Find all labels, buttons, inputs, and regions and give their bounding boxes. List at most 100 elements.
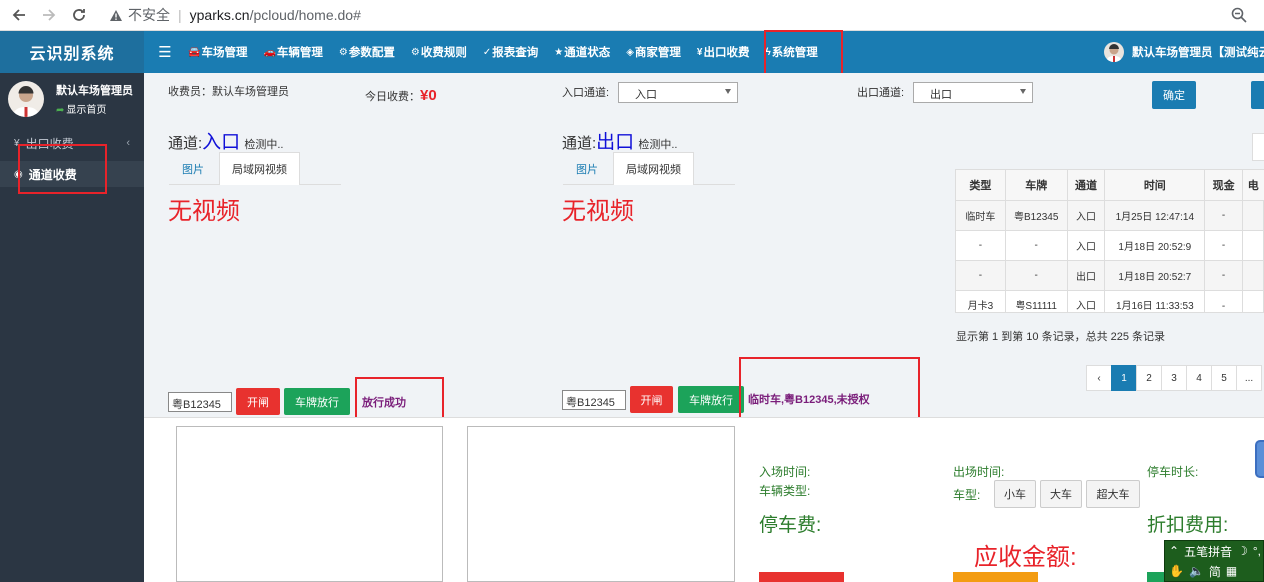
- entry-photo-box: [176, 426, 443, 582]
- yen-icon: ¥: [696, 46, 703, 58]
- fee-action-button[interactable]: [759, 572, 844, 582]
- browser-toolbar: 不安全 | yparks.cn/pcloud/home.do#: [0, 0, 1264, 31]
- menu-toggle-icon[interactable]: ☰: [156, 43, 174, 61]
- table-cell: [1242, 230, 1264, 261]
- table-cell: -: [1204, 230, 1244, 261]
- zoom-icon[interactable]: [1230, 6, 1248, 24]
- column-header[interactable]: 时间: [1104, 169, 1206, 201]
- nav-label: 参数配置: [348, 47, 395, 59]
- app-header: 云识别系统 ☰ 🚘 车场管理 🚗 车辆管理 ⚙ 参数配置 ⚙ 收费规则 ✓ 报表查询 ★ 通…: [0, 31, 1264, 73]
- grid-icon[interactable]: ▦: [1226, 564, 1237, 578]
- car-model-label: 车型:: [953, 488, 981, 502]
- plate-release-button[interactable]: 车牌放行: [678, 386, 744, 413]
- table-row[interactable]: 临时车 粤B12345 入口 1月25日 12:47:14 -: [955, 200, 1264, 231]
- app-title[interactable]: 云识别系统: [0, 31, 144, 73]
- warning-icon[interactable]: [108, 7, 124, 23]
- speaker-icon[interactable]: 🔈: [1189, 564, 1204, 578]
- column-header[interactable]: 电: [1242, 169, 1264, 201]
- table-row[interactable]: 月卡3 粤S11111 入口 1月16日 11:33:53 -: [955, 290, 1264, 313]
- sidebar-user: 默认车场管理员 ➦ 显示首页: [0, 73, 144, 125]
- page-ellipsis[interactable]: ...: [1236, 365, 1262, 391]
- fee-action-button[interactable]: [953, 572, 1038, 582]
- chevron-down-icon: [725, 89, 731, 94]
- car-icon: 🚗: [263, 46, 276, 58]
- column-header[interactable]: 通道: [1066, 169, 1106, 201]
- table-cell: 月卡3: [955, 290, 1006, 313]
- large-car-button[interactable]: 大车: [1040, 480, 1082, 508]
- nav-label: 车场管理: [201, 47, 248, 59]
- address-bar[interactable]: yparks.cn/pcloud/home.do#: [190, 7, 361, 23]
- chevron-up-icon[interactable]: ⌃: [1169, 544, 1179, 558]
- table-tools-button[interactable]: [1252, 133, 1264, 161]
- nav-channel-status[interactable]: ★ 通道状态: [546, 31, 618, 73]
- nav-parking-lot[interactable]: 🚘 车场管理: [180, 31, 255, 73]
- url-host: yparks.cn: [189, 7, 250, 23]
- column-header[interactable]: 类型: [955, 169, 1006, 201]
- tab-picture[interactable]: 图片: [169, 152, 217, 185]
- channel-title: 通道:入口 检测中..: [168, 127, 283, 154]
- table-cell: 入口: [1066, 230, 1106, 261]
- column-header[interactable]: 现金: [1204, 169, 1244, 201]
- nav-label: 车辆管理: [276, 47, 323, 59]
- page-button[interactable]: 5: [1211, 365, 1237, 391]
- back-icon[interactable]: [8, 4, 30, 26]
- floating-widget-handle[interactable]: [1255, 440, 1264, 478]
- table-row[interactable]: - - 出口 1月18日 20:52:7 -: [955, 260, 1264, 291]
- nav-label: 报表查询: [492, 47, 539, 59]
- exit-channel-select[interactable]: 出口: [913, 82, 1033, 103]
- open-gate-button[interactable]: 开闸: [236, 388, 280, 415]
- exit-time-label: 出场时间:: [953, 465, 1005, 479]
- table-cell: 临时车: [955, 200, 1006, 231]
- page-prev-button[interactable]: ‹: [1086, 365, 1112, 391]
- nav-reports[interactable]: ✓ 报表查询: [475, 31, 546, 73]
- open-gate-button[interactable]: 开闸: [630, 386, 673, 413]
- ime-mode-label[interactable]: 五笔拼音: [1184, 543, 1232, 560]
- sidebar-user-name: 默认车场管理员: [56, 85, 133, 97]
- table-header-row: 类型 车牌 通道 时间 现金 电: [955, 169, 1264, 201]
- moon-icon[interactable]: ☽: [1237, 544, 1248, 558]
- tab-lan-video[interactable]: 局域网视频: [613, 152, 694, 185]
- entry-channel-value: 入口: [635, 89, 657, 101]
- page-button[interactable]: 1: [1111, 365, 1137, 391]
- ime-simplified-label[interactable]: 简: [1209, 563, 1221, 580]
- page-button[interactable]: 2: [1136, 365, 1162, 391]
- toolbar-extra-button[interactable]: [1251, 81, 1264, 109]
- home-link[interactable]: ➦ 显示首页: [56, 101, 133, 116]
- today-label: 今日收费：: [365, 91, 420, 103]
- forward-icon[interactable]: [38, 4, 60, 26]
- share-icon: ➦: [56, 105, 65, 116]
- nav-exit-fees[interactable]: ¥ 出口收费: [689, 31, 758, 73]
- tab-picture[interactable]: 图片: [563, 152, 611, 185]
- reload-icon[interactable]: [68, 4, 90, 26]
- punctuation-icon[interactable]: °,: [1253, 544, 1261, 558]
- column-header[interactable]: 车牌: [1004, 169, 1068, 201]
- user-name: 默认车场管理员【测试纯云: [1132, 47, 1264, 59]
- table-cell: -: [1204, 290, 1244, 313]
- insecure-label: 不安全: [128, 7, 170, 23]
- page-button[interactable]: 3: [1161, 365, 1187, 391]
- nav-fee-rules[interactable]: ⚙ 收费规则: [403, 31, 475, 73]
- nav-params[interactable]: ⚙ 参数配置: [331, 31, 403, 73]
- channel-title: 通道:出口 检测中..: [562, 127, 677, 154]
- hand-icon[interactable]: ✋: [1169, 564, 1184, 578]
- plate-input[interactable]: 粤B12345: [168, 392, 232, 412]
- tab-lan-video[interactable]: 局域网视频: [219, 152, 300, 185]
- gears-icon: ⚙: [410, 46, 420, 58]
- ime-toolbar: ⌃ 五笔拼音 ☽ °, ✋ 🔈 简 ▦: [1164, 540, 1264, 582]
- small-car-button[interactable]: 小车: [994, 480, 1036, 508]
- extra-large-car-button[interactable]: 超大车: [1086, 480, 1140, 508]
- table-cell: [1242, 200, 1264, 231]
- nav-vehicles[interactable]: 🚗 车辆管理: [255, 31, 330, 73]
- entry-channel-select[interactable]: 入口: [618, 82, 738, 103]
- table-cell: -: [1204, 260, 1244, 291]
- confirm-button[interactable]: 确定: [1152, 81, 1196, 109]
- plate-input[interactable]: 粤B12345: [562, 390, 626, 410]
- discount-fee-label: 折扣费用:: [1147, 515, 1229, 536]
- nav-merchants[interactable]: ◈ 商家管理: [618, 31, 689, 73]
- table-row[interactable]: - - 入口 1月18日 20:52:9 -: [955, 230, 1264, 261]
- today-value: ¥0: [420, 87, 437, 104]
- channel-prefix: 通道:: [168, 135, 203, 152]
- plate-release-button[interactable]: 车牌放行: [284, 388, 350, 415]
- user-menu[interactable]: 默认车场管理员【测试纯云: [1104, 42, 1264, 62]
- page-button[interactable]: 4: [1186, 365, 1212, 391]
